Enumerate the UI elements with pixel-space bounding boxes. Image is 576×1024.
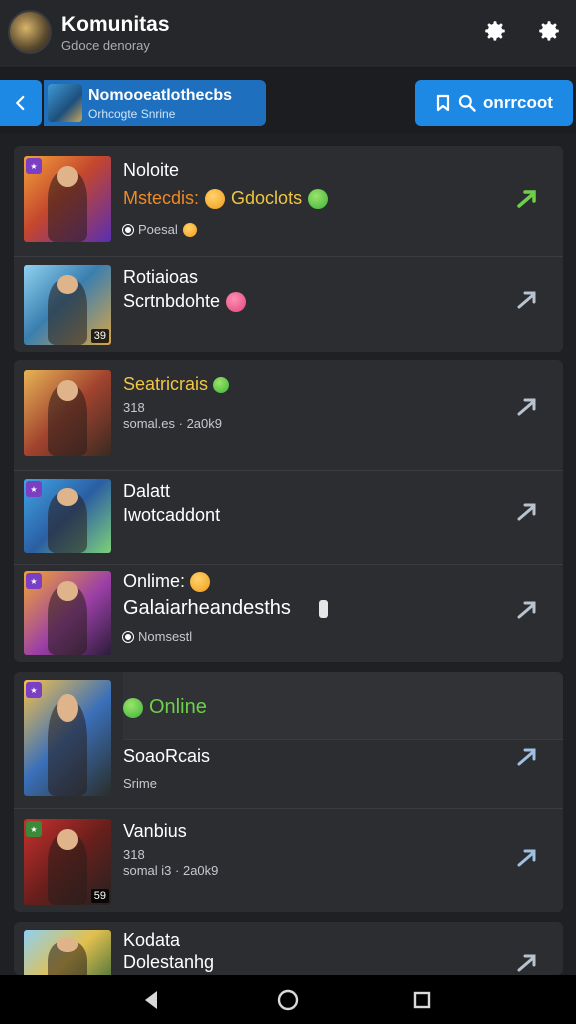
- list-item[interactable]: Seatricrais 318 somal.es · 2a0k9: [14, 360, 563, 470]
- count-badge: 59: [90, 889, 109, 903]
- member-presence: Poesal: [123, 222, 197, 237]
- open-chevron-icon[interactable]: [511, 283, 543, 315]
- back-triangle-icon[interactable]: [138, 987, 164, 1013]
- member-avatar: ★: [24, 156, 111, 242]
- member-presence: Nomsestl: [123, 629, 192, 644]
- open-chevron-icon[interactable]: [511, 841, 543, 873]
- app-logo-avatar[interactable]: [8, 10, 52, 54]
- member-card: Seatricrais 318 somal.es · 2a0k9 ★ Dalat…: [14, 360, 563, 662]
- member-name-text: Seatricrais: [123, 374, 209, 394]
- level-badge: ★: [26, 573, 42, 589]
- page-title: Komunitas: [61, 13, 170, 36]
- member-status-line: Scrtnbdohte: [123, 291, 247, 312]
- list-item[interactable]: ★ Dalatt Iwotcaddont: [14, 470, 563, 564]
- back-button[interactable]: [0, 80, 42, 126]
- member-avatar: ★ 59: [24, 819, 111, 905]
- member-card: ★ Noloite Mstecdis: Gdoclots Poesal 39 R…: [14, 146, 563, 352]
- search-icon: [458, 94, 476, 112]
- list-item[interactable]: ★ Onlime: Galaiarheandesths Nomsestl: [14, 564, 563, 662]
- status-dot-icon: [123, 224, 133, 235]
- member-avatar: [24, 370, 111, 456]
- smile-emoji-icon: [308, 188, 329, 209]
- level-badge: ★: [26, 481, 42, 497]
- member-avatar: [24, 930, 111, 975]
- list-item[interactable]: ★ Online SoaoRcais Srime: [14, 672, 563, 808]
- emoji-icon: [226, 291, 247, 312]
- emoji-icon: [213, 377, 230, 394]
- member-avatar: ★: [24, 479, 111, 553]
- member-tag: Scrtnbdohte: [123, 291, 221, 311]
- open-chevron-icon[interactable]: [511, 495, 543, 527]
- group-subtitle: Orhcogte Snrine: [88, 107, 176, 121]
- member-name-text: Onlime:: [123, 571, 186, 591]
- member-name: Onlime:: [123, 571, 211, 593]
- member-name: Noloite: [123, 160, 180, 180]
- member-meta: 318: [123, 400, 145, 415]
- count-badge: 39: [90, 329, 109, 343]
- gear-icon[interactable]: [532, 14, 566, 48]
- member-name: Kodata: [123, 930, 181, 950]
- member-name: Seatricrais: [123, 374, 230, 395]
- app-header: Komunitas Gdoce denoray: [0, 0, 576, 68]
- group-selector[interactable]: Nomooeatlothecbs Orhcogte Snrine: [44, 80, 266, 126]
- member-tag: Galaiarheandesths: [123, 597, 291, 619]
- list-item[interactable]: ★ 59 Vanbius 318 somal i3 · 2a0k9: [14, 808, 563, 912]
- online-dot-icon: [123, 697, 143, 718]
- member-game: Gdoclots: [231, 188, 303, 208]
- presence-label: Nomsestl: [138, 629, 193, 644]
- list-item[interactable]: Kodata Dolestanhg: [14, 922, 563, 975]
- emoji-icon: [182, 222, 197, 237]
- presence-label: Poesal: [138, 222, 178, 237]
- open-chevron-icon[interactable]: [511, 390, 543, 422]
- list-item[interactable]: ★ Noloite Mstecdis: Gdoclots Poesal: [14, 146, 563, 256]
- open-chevron-icon[interactable]: [511, 740, 543, 772]
- online-label: Online: [149, 696, 207, 718]
- level-badge: ★: [26, 821, 42, 837]
- list-item[interactable]: 39 Rotiaioas Scrtnbdohte: [14, 256, 563, 352]
- system-navbar: [0, 975, 576, 1024]
- member-tag: Mstecdis:: [123, 188, 200, 208]
- smile-emoji-icon: [205, 188, 226, 209]
- member-status-line: Galaiarheandesths: [123, 597, 328, 620]
- member-avatar: 39: [24, 265, 111, 345]
- member-status-line: Iwotcaddont: [123, 505, 221, 525]
- level-badge: ★: [26, 158, 42, 174]
- member-name: Vanbius: [123, 821, 187, 841]
- bookmark-icon: [436, 94, 450, 112]
- recents-square-icon[interactable]: [409, 987, 435, 1013]
- member-status-line: Mstecdis: Gdoclots: [123, 188, 329, 209]
- member-name: Rotiaioas: [123, 267, 199, 287]
- level-badge: ★: [26, 682, 42, 698]
- member-avatar: ★: [24, 571, 111, 655]
- member-name: SoaoRcais: [123, 746, 211, 766]
- member-meta-detail: somal.es · 2a0k9: [123, 416, 222, 431]
- page-subtitle: Gdoce denoray: [61, 38, 150, 53]
- open-chevron-icon[interactable]: [511, 593, 543, 625]
- open-chevron-icon[interactable]: [511, 182, 543, 214]
- emoji-icon: [190, 572, 211, 593]
- open-chevron-icon[interactable]: [511, 946, 543, 975]
- member-status-line: Dolestanhg: [123, 952, 215, 972]
- group-title: Nomooeatlothecbs: [88, 87, 233, 104]
- status-dot-icon: [123, 631, 133, 642]
- gear-icon[interactable]: [478, 14, 512, 48]
- group-thumbnail: [48, 84, 82, 122]
- member-meta: Srime: [123, 776, 157, 791]
- member-card: ★ Online SoaoRcais Srime ★ 59 Vanbius 31…: [14, 672, 563, 912]
- status-indicator-icon: [318, 599, 328, 618]
- member-avatar: ★: [24, 680, 111, 796]
- search-button-label: onrrcoot: [483, 93, 553, 112]
- member-card: Kodata Dolestanhg: [14, 922, 563, 975]
- home-circle-icon[interactable]: [275, 987, 301, 1013]
- member-name: Dalatt: [123, 481, 171, 501]
- member-meta-detail: somal i3 · 2a0k9: [123, 863, 219, 878]
- online-status: Online: [123, 696, 207, 719]
- member-meta: 318: [123, 847, 145, 862]
- chevron-left-icon: [16, 95, 25, 111]
- search-button[interactable]: onrrcoot: [415, 80, 573, 126]
